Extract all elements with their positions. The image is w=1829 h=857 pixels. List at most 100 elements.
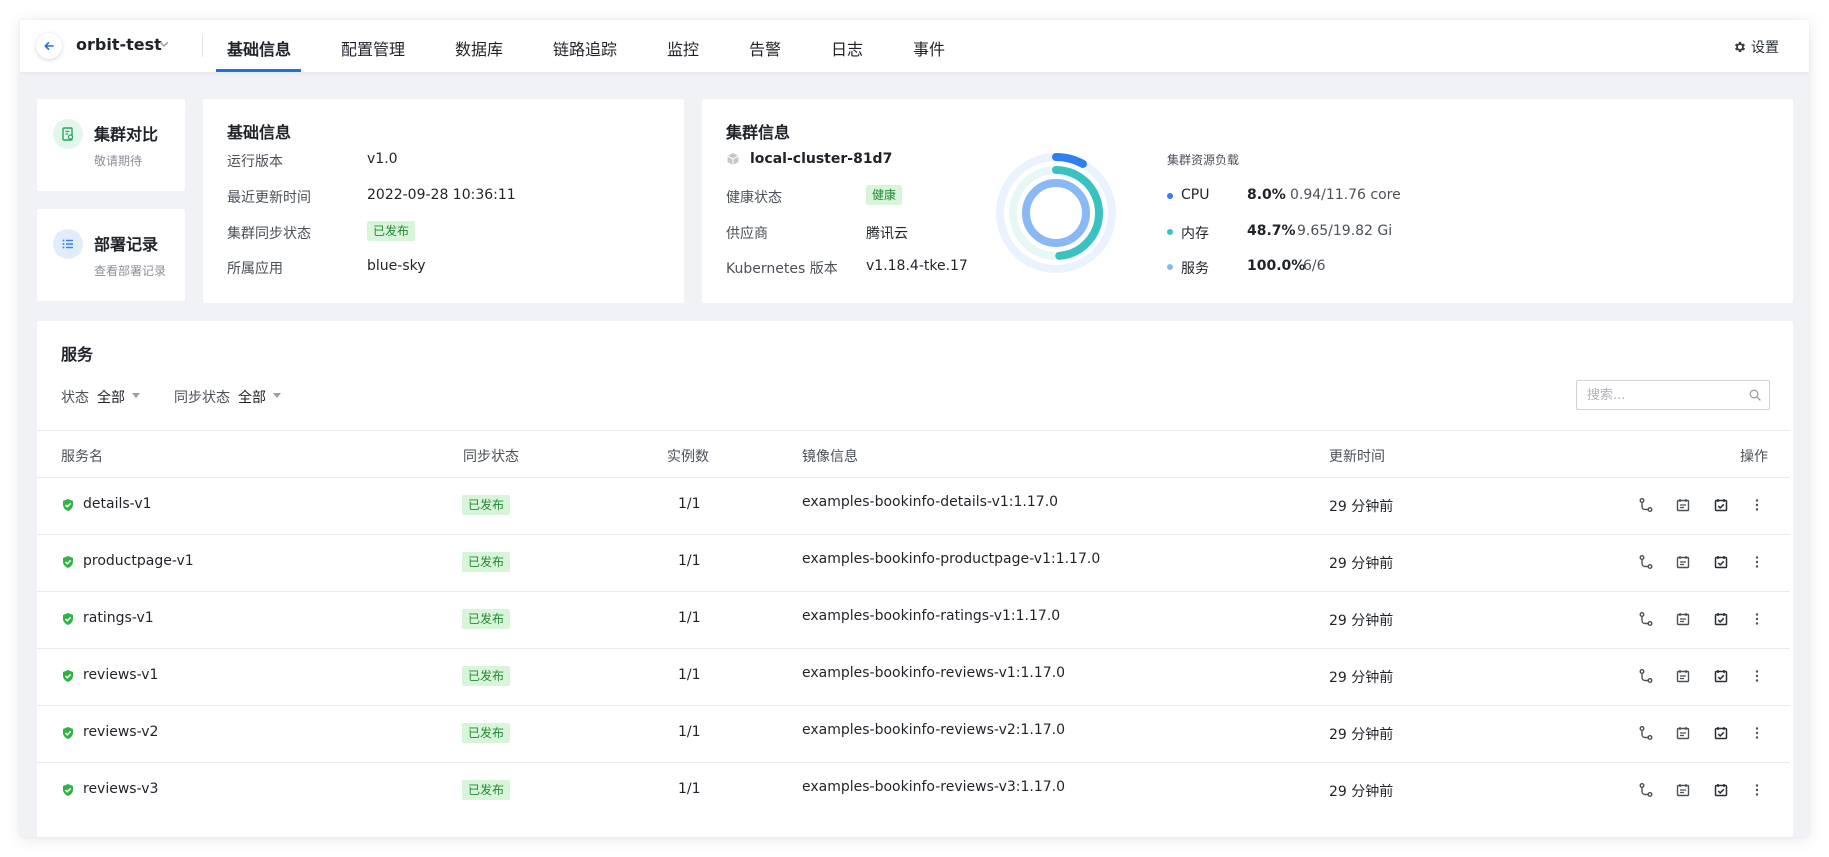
- tab-tracing[interactable]: 链路追踪: [553, 36, 617, 60]
- instance-count: 1/1: [678, 667, 701, 683]
- table-row-divider: [37, 762, 1790, 763]
- tab-alerts[interactable]: 告警: [749, 36, 781, 60]
- more-vertical-icon[interactable]: [1748, 667, 1766, 685]
- version-value: v1.0: [367, 151, 398, 167]
- more-vertical-icon[interactable]: [1748, 610, 1766, 628]
- calendar-check-icon[interactable]: [1712, 496, 1730, 514]
- calendar-icon[interactable]: [1674, 610, 1692, 628]
- sync-status-tag: 已发布: [462, 609, 511, 629]
- status-filter-value[interactable]: 全部: [97, 387, 125, 407]
- calendar-icon[interactable]: [1674, 667, 1692, 685]
- cluster-compare-card[interactable]: 集群对比 敬请期待: [37, 99, 185, 191]
- calendar-check-icon[interactable]: [1712, 724, 1730, 742]
- version-label: 运行版本: [227, 154, 283, 170]
- cluster-compare-title: 集群对比: [94, 125, 159, 144]
- tab-events[interactable]: 事件: [913, 36, 945, 60]
- sync-filter-label: 同步状态: [174, 390, 230, 406]
- chevron-down-icon[interactable]: [158, 38, 170, 50]
- app-value: blue-sky: [367, 258, 426, 274]
- app-label: 所属应用: [227, 261, 283, 277]
- service-name[interactable]: reviews-v3: [83, 781, 158, 797]
- table-row-divider: [37, 477, 1790, 478]
- service-legend-dot: [1167, 264, 1173, 270]
- tab-monitoring[interactable]: 监控: [667, 36, 699, 60]
- tab-config[interactable]: 配置管理: [341, 36, 405, 60]
- tab-database[interactable]: 数据库: [455, 36, 503, 60]
- service-name[interactable]: reviews-v2: [83, 724, 158, 740]
- image-info: examples-bookinfo-details-v1:1.17.0: [802, 494, 1059, 510]
- more-vertical-icon[interactable]: [1748, 724, 1766, 742]
- k8s-version-label: Kubernetes 版本: [726, 261, 838, 277]
- service-name[interactable]: productpage-v1: [83, 553, 194, 569]
- sync-filter-value[interactable]: 全部: [238, 387, 266, 407]
- sync-status-label: 集群同步状态: [227, 226, 311, 242]
- donut-arc-2: [1022, 179, 1090, 247]
- settings-button[interactable]: 设置: [1733, 37, 1779, 57]
- cpu-legend-name: CPU: [1181, 187, 1210, 203]
- cpu-legend-detail: 0.94/11.76 core: [1290, 187, 1401, 203]
- more-vertical-icon[interactable]: [1748, 781, 1766, 799]
- sync-filter-caret-icon[interactable]: [273, 393, 281, 398]
- health-tag: 健康: [866, 185, 903, 205]
- cluster-info-title: 集群信息: [726, 123, 791, 142]
- more-vertical-icon[interactable]: [1748, 553, 1766, 571]
- k8s-version-value: v1.18.4-tke.17: [866, 258, 968, 274]
- basic-info-card: 基础信息 运行版本 v1.0 最近更新时间 2022-09-28 10:36:1…: [203, 99, 684, 303]
- col-header-sync: 同步状态: [463, 449, 519, 465]
- deploy-record-card[interactable]: 部署记录 查看部署记录: [37, 209, 185, 301]
- calendar-icon[interactable]: [1674, 496, 1692, 514]
- tab-logs[interactable]: 日志: [831, 36, 863, 60]
- status-filter-caret-icon[interactable]: [132, 393, 140, 398]
- calendar-icon[interactable]: [1674, 724, 1692, 742]
- calendar-icon[interactable]: [1674, 781, 1692, 799]
- sync-status-badge: 已发布: [462, 609, 511, 629]
- resource-load-donut: [996, 153, 1116, 273]
- col-header-name: 服务名: [61, 449, 103, 465]
- updated-time: 29 分钟前: [1329, 784, 1394, 800]
- cluster-compare-subtitle: 敬请期待: [94, 154, 143, 168]
- sync-status-tag: 已发布: [462, 723, 511, 743]
- route-icon[interactable]: [1637, 496, 1655, 514]
- search-box[interactable]: [1576, 380, 1770, 410]
- service-name[interactable]: details-v1: [83, 496, 152, 512]
- health-label: 健康状态: [726, 190, 782, 206]
- table-row-divider: [37, 534, 1790, 535]
- service-legend-detail: 6/6: [1303, 258, 1326, 274]
- table-row-divider: [37, 705, 1790, 706]
- route-icon[interactable]: [1637, 781, 1655, 799]
- service-name[interactable]: ratings-v1: [83, 610, 154, 626]
- cube-icon: [727, 153, 739, 165]
- table-header-top-line: [37, 430, 1790, 431]
- provider-label: 供应商: [726, 226, 768, 242]
- app-selector-name[interactable]: orbit-test: [76, 35, 162, 54]
- nav-divider: [202, 35, 203, 57]
- top-nav-bar: orbit-test 基础信息 配置管理 数据库 链路追踪 监控 告警 日志 事…: [20, 20, 1809, 72]
- search-icon[interactable]: [1749, 389, 1761, 401]
- calendar-check-icon[interactable]: [1712, 781, 1730, 799]
- calendar-check-icon[interactable]: [1712, 610, 1730, 628]
- image-info: examples-bookinfo-reviews-v1:1.17.0: [802, 665, 1066, 681]
- route-icon[interactable]: [1637, 667, 1655, 685]
- more-vertical-icon[interactable]: [1748, 496, 1766, 514]
- route-icon[interactable]: [1637, 553, 1655, 571]
- healthy-shield-icon: [61, 669, 75, 683]
- route-icon[interactable]: [1637, 724, 1655, 742]
- calendar-icon[interactable]: [1674, 553, 1692, 571]
- back-button[interactable]: [36, 33, 62, 59]
- service-name[interactable]: reviews-v1: [83, 667, 158, 683]
- sync-status-tag: 已发布: [462, 780, 511, 800]
- provider-value: 腾讯云: [866, 226, 908, 242]
- sync-status-badge: 已发布: [462, 723, 511, 743]
- search-input[interactable]: [1587, 381, 1737, 409]
- route-icon[interactable]: [1637, 610, 1655, 628]
- sync-status-tag: 已发布: [462, 552, 511, 572]
- updated-time: 29 分钟前: [1329, 670, 1394, 686]
- calendar-check-icon[interactable]: [1712, 553, 1730, 571]
- col-header-updated: 更新时间: [1329, 449, 1385, 465]
- calendar-check-icon[interactable]: [1712, 667, 1730, 685]
- tab-basic-info[interactable]: 基础信息: [227, 36, 291, 60]
- updated-time-value: 2022-09-28 10:36:11: [367, 187, 516, 203]
- cluster-info-card: 集群信息 local-cluster-81d7 健康状态 健康 供应商 腾讯云 …: [702, 99, 1793, 303]
- instance-count: 1/1: [678, 610, 701, 626]
- health-badge: 健康: [866, 185, 903, 205]
